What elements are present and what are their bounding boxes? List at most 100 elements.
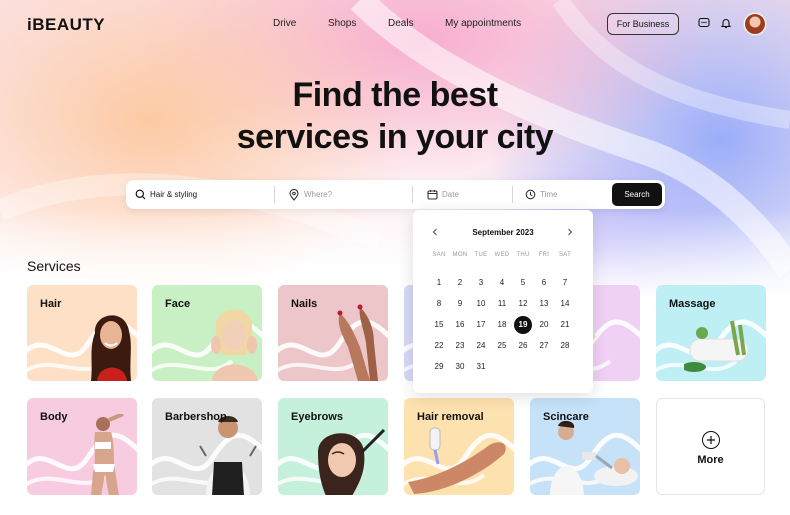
service-card-scincare[interactable]: Scincare: [530, 398, 640, 495]
weekday-label: FRI: [538, 252, 550, 258]
plus-icon: [702, 431, 720, 449]
calendar-day[interactable]: 13: [535, 295, 553, 313]
bell-icon[interactable]: [719, 16, 733, 30]
nav-link-shops[interactable]: Shops: [328, 18, 356, 29]
calendar-day[interactable]: 2: [451, 274, 469, 292]
service-card-body[interactable]: Body: [27, 398, 137, 495]
hero-title-line-1: Find the best: [292, 76, 498, 114]
calendar-day[interactable]: 9: [451, 295, 469, 313]
divider: [512, 186, 513, 203]
hero-title: Find the best services in your city: [0, 74, 790, 158]
divider: [412, 186, 413, 203]
weekday-label: WED: [494, 252, 510, 258]
for-business-button[interactable]: For Business: [607, 13, 679, 35]
calendar-day[interactable]: 22: [430, 337, 448, 355]
service-value: Hair & styling: [150, 190, 198, 199]
where-placeholder: Where?: [304, 190, 333, 199]
top-navigation: iBEAUTY Drive Shops Deals My appointment…: [0, 0, 790, 48]
service-card-label: Nails: [291, 298, 318, 310]
calendar-day[interactable]: 21: [556, 316, 574, 334]
calendar-day[interactable]: 20: [535, 316, 553, 334]
weekday-label: SAN: [432, 252, 446, 258]
brand-logo[interactable]: iBEAUTY: [27, 15, 105, 35]
service-card-hair[interactable]: Hair: [27, 285, 137, 381]
calendar-day[interactable]: 4: [493, 274, 511, 292]
next-month-chevron-right-icon[interactable]: [563, 225, 577, 239]
service-illustration: [318, 428, 386, 495]
calendar-day[interactable]: 11: [493, 295, 511, 313]
calendar-day[interactable]: 29: [430, 358, 448, 376]
weekday-label: SAT: [558, 252, 572, 258]
service-card-label: Massage: [669, 298, 716, 310]
service-card-label: Barbershop: [165, 411, 227, 423]
calendar-day[interactable]: 28: [556, 337, 574, 355]
service-card-label: Hair removal: [417, 411, 484, 423]
service-card-label: Face: [165, 298, 191, 310]
service-card-eyebrows[interactable]: Eyebrows: [278, 398, 388, 495]
calendar-day[interactable]: 16: [451, 316, 469, 334]
service-card-label: Hair: [40, 298, 62, 310]
where-field[interactable]: Where?: [288, 180, 408, 209]
service-illustration: [91, 315, 131, 381]
service-card-face[interactable]: Face: [152, 285, 262, 381]
calendar-day[interactable]: 8: [430, 295, 448, 313]
location-pin-icon: [288, 188, 300, 201]
more-services-card[interactable]: More: [656, 398, 765, 495]
service-card-nails[interactable]: Nails: [278, 285, 388, 381]
date-picker: September 2023 SAN MON TUE WED THU FRI SAT 1 2 3 4…: [413, 210, 593, 393]
time-placeholder: Time: [540, 190, 558, 199]
hero-title-line-2: services in your city: [236, 118, 554, 156]
chat-icon[interactable]: [697, 16, 711, 30]
calendar-day[interactable]: 15: [430, 316, 448, 334]
service-card-label: Scincare: [543, 411, 589, 423]
calendar-day[interactable]: 3: [472, 274, 490, 292]
service-illustration: [211, 309, 258, 381]
nav-link-drive[interactable]: Drive: [273, 18, 296, 29]
service-illustration: [408, 427, 506, 494]
calendar-icon: [426, 189, 438, 201]
search-icon: [134, 189, 146, 201]
calendar-day[interactable]: 12: [514, 295, 532, 313]
nav-link-deals[interactable]: Deals: [388, 18, 414, 29]
calendar-day[interactable]: 14: [556, 295, 574, 313]
weekday-label: TUE: [474, 252, 488, 258]
date-field[interactable]: Date: [426, 180, 506, 209]
service-illustration: [684, 320, 749, 372]
calendar-day[interactable]: 25: [493, 337, 511, 355]
services-heading: Services: [27, 258, 81, 274]
service-card-massage[interactable]: Massage: [656, 285, 766, 381]
service-illustration: [91, 414, 124, 495]
service-illustration: [199, 416, 257, 495]
nav-link-my-appointments[interactable]: My appointments: [445, 18, 521, 29]
service-illustration: [337, 304, 378, 381]
calendar-day[interactable]: 17: [472, 316, 490, 334]
calendar-day[interactable]: 24: [472, 337, 490, 355]
calendar-day[interactable]: 6: [535, 274, 553, 292]
clock-icon: [524, 189, 536, 201]
calendar-day[interactable]: 10: [472, 295, 490, 313]
service-card-label: Eyebrows: [291, 411, 343, 423]
weekday-label: THU: [516, 252, 530, 258]
calendar-day[interactable]: 1: [430, 274, 448, 292]
service-card-label: Body: [40, 411, 68, 423]
calendar-day[interactable]: 26: [514, 337, 532, 355]
calendar-day[interactable]: 5: [514, 274, 532, 292]
calendar-day[interactable]: 31: [472, 358, 490, 376]
divider: [274, 186, 275, 203]
service-field[interactable]: Hair & styling: [134, 180, 274, 209]
more-label: More: [697, 454, 724, 466]
user-avatar[interactable]: [744, 13, 766, 35]
time-field[interactable]: Time: [524, 180, 604, 209]
calendar-day[interactable]: 18: [493, 316, 511, 334]
calendar-day[interactable]: 7: [556, 274, 574, 292]
search-button[interactable]: Search: [612, 183, 662, 206]
calendar-day[interactable]: 30: [451, 358, 469, 376]
weekday-label: MON: [452, 252, 468, 258]
calendar-day[interactable]: 27: [535, 337, 553, 355]
service-card-barbershop[interactable]: Barbershop: [152, 398, 262, 495]
calendar-day[interactable]: 23: [451, 337, 469, 355]
search-bar: Hair & styling Where? Date Time Search: [126, 180, 665, 209]
service-card-hair-removal[interactable]: Hair removal: [404, 398, 514, 495]
service-illustration: [550, 420, 638, 495]
calendar-day-selected[interactable]: 19: [514, 316, 532, 334]
